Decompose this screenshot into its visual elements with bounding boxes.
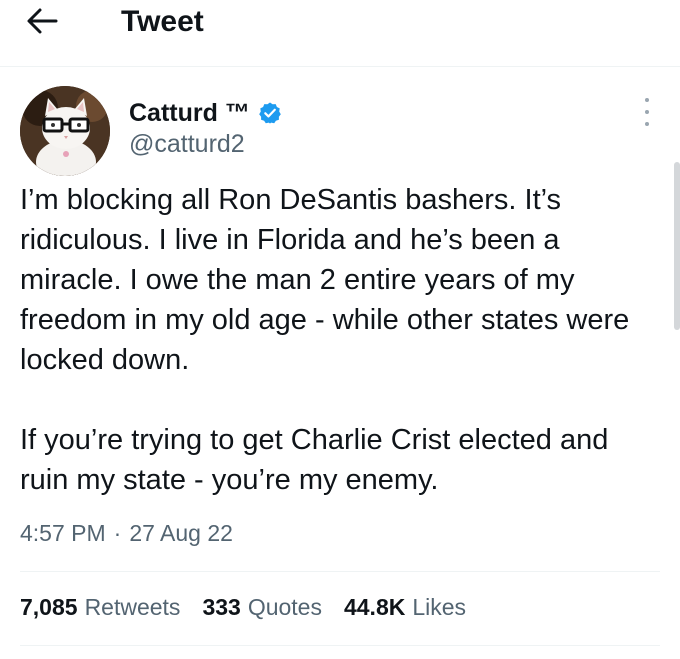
tweet-stats: 7,085 Retweets 333 Quotes 44.8K Likes [20, 594, 466, 621]
scrollbar[interactable] [674, 162, 680, 330]
more-dot-icon [645, 122, 649, 126]
retweets-count: 7,085 [20, 594, 78, 620]
quotes-stat[interactable]: 333 Quotes [202, 594, 322, 621]
tweet-date[interactable]: 27 Aug 22 [129, 520, 233, 547]
tweet-timestamp[interactable]: 4:57 PM · 27 Aug 22 [20, 520, 233, 547]
tweet-time[interactable]: 4:57 PM [20, 520, 106, 547]
cat-avatar-icon [20, 86, 110, 176]
tweet-text: I’m blocking all Ron DeSantis bashers. I… [20, 180, 660, 500]
tweet-paragraph: I’m blocking all Ron DeSantis bashers. I… [20, 184, 630, 376]
back-button[interactable] [26, 6, 70, 36]
more-dot-icon [645, 98, 649, 102]
author-name-row[interactable]: Catturd ™ [129, 96, 282, 130]
author-name[interactable]: Catturd ™ [129, 99, 250, 128]
avatar[interactable] [20, 86, 110, 176]
page-title: Tweet [121, 5, 204, 38]
verified-badge-icon [259, 102, 281, 124]
retweets-label: Retweets [84, 594, 181, 620]
more-dot-icon [645, 110, 649, 114]
arrow-left-icon [27, 8, 58, 34]
header-bar: Tweet [0, 0, 680, 67]
quotes-label: Quotes [247, 594, 322, 620]
divider [20, 571, 660, 572]
more-options-button[interactable] [635, 98, 659, 126]
tweet-page: Tweet Catturd ™ @catturd2 I’m blocking a… [0, 0, 680, 659]
timestamp-separator: · [113, 520, 122, 546]
retweets-stat[interactable]: 7,085 Retweets [20, 594, 180, 621]
quotes-count: 333 [202, 594, 241, 620]
author-handle[interactable]: @catturd2 [129, 130, 245, 159]
likes-label: Likes [412, 594, 467, 620]
tweet-paragraph: If you’re trying to get Charlie Crist el… [20, 424, 609, 496]
likes-stat[interactable]: 44.8K Likes [344, 594, 466, 621]
divider [20, 645, 660, 646]
likes-count: 44.8K [343, 594, 406, 620]
